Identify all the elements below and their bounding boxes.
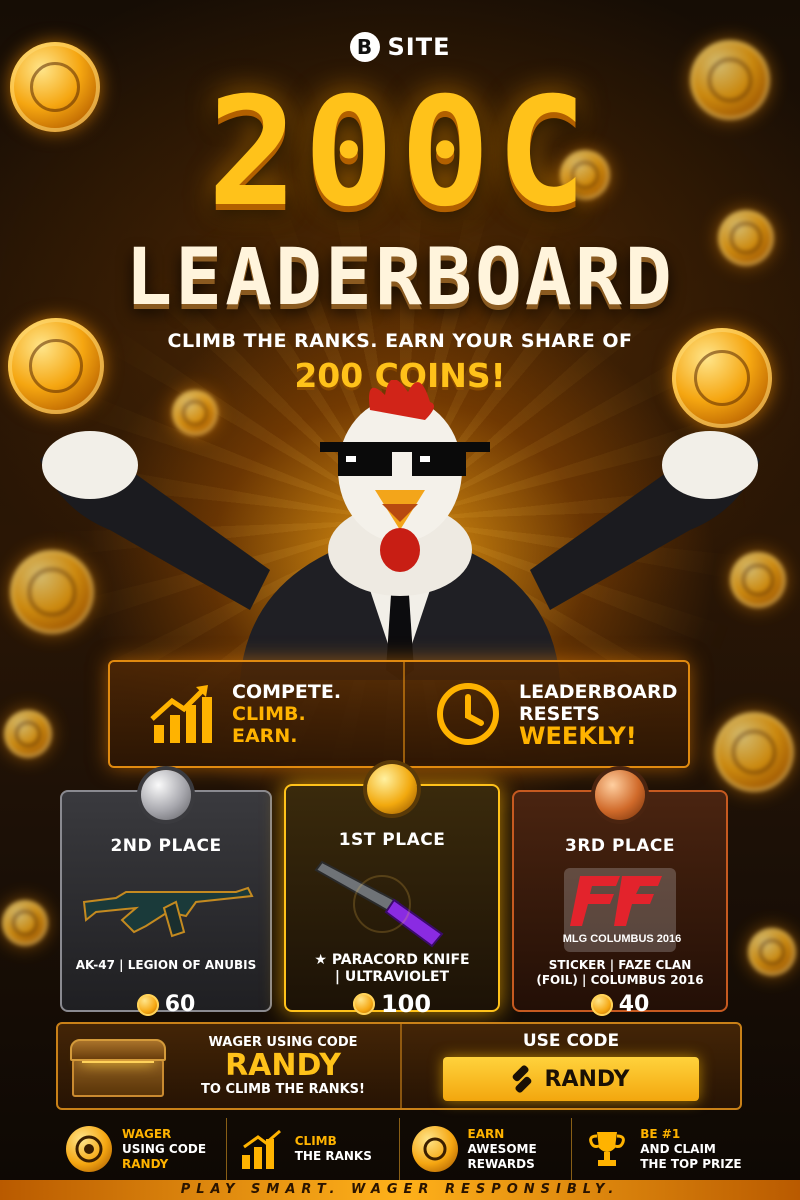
prize-amount: 100 bbox=[286, 990, 498, 1018]
item-name-line: | ULTRAVIOLET bbox=[334, 969, 450, 985]
leaderboard-line: LEADERBOARD bbox=[519, 681, 678, 703]
item-name: AK-47 | LEGION OF ANUBIS bbox=[75, 958, 257, 972]
weekly-line: WEEKLY! bbox=[519, 722, 637, 750]
step-accent: WAGER bbox=[122, 1126, 172, 1141]
step-accent: BE #1 bbox=[640, 1126, 681, 1141]
prize-card-3rd[interactable]: 3RD PLACE MLG COLUMBUS 2016 STICKER | FA… bbox=[512, 770, 728, 1017]
step-text: WAGER USING CODE RANDY bbox=[122, 1127, 206, 1172]
reset-info: LEADERBOARD RESETS WEEKLY! bbox=[403, 662, 688, 766]
prize-card-1st[interactable]: 1ST PLACE ★ PARACORD KNIFE | ULTRAVIOLET… bbox=[284, 764, 500, 1018]
compete-line: COMPETE. bbox=[232, 681, 342, 703]
code-banner: WAGER USING CODE RANDY TO CLIMB THE RANK… bbox=[56, 1022, 742, 1110]
step-wager: WAGER USING CODE RANDY bbox=[54, 1118, 226, 1180]
bar-chart-icon bbox=[239, 1126, 285, 1172]
reset-text: LEADERBOARD RESETS WEEKLY! bbox=[519, 681, 678, 750]
code-info: WAGER USING CODE RANDY TO CLIMB THE RANK… bbox=[58, 1024, 400, 1108]
step-climb: CLIMB THE RANKS bbox=[225, 1118, 399, 1180]
link-icon bbox=[509, 1064, 534, 1094]
use-code-label: USE CODE bbox=[522, 1031, 620, 1051]
ak47-rifle-icon bbox=[82, 886, 254, 938]
bronze-medal-icon bbox=[595, 770, 645, 820]
hero-title: LEADERBOARD bbox=[125, 233, 675, 323]
target-icon bbox=[66, 1126, 112, 1172]
prize-value: 60 bbox=[164, 992, 196, 1017]
prize-amount: 60 bbox=[62, 992, 270, 1017]
chest-icon bbox=[70, 1035, 166, 1097]
use-code-button-label: RANDY bbox=[544, 1066, 630, 1092]
step-line: REWARDS bbox=[467, 1156, 535, 1171]
prize-value: 40 bbox=[618, 992, 650, 1017]
step-text: CLIMB THE RANKS bbox=[295, 1134, 372, 1164]
prize-amount: 40 bbox=[514, 992, 726, 1017]
coin-icon bbox=[4, 710, 52, 758]
step-text: BE #1 AND CLAIM THE TOP PRIZE bbox=[640, 1127, 741, 1172]
step-top-prize: BE #1 AND CLAIM THE TOP PRIZE bbox=[571, 1118, 744, 1180]
step-line: THE TOP PRIZE bbox=[640, 1156, 742, 1171]
prize-value: 100 bbox=[380, 990, 432, 1018]
item-name: ★ PARACORD KNIFE | ULTRAVIOLET bbox=[286, 952, 498, 986]
brand-logo-icon: B bbox=[349, 32, 380, 62]
climb-line: CLIMB. bbox=[232, 703, 306, 725]
coin-icon bbox=[411, 1126, 458, 1172]
silver-medal-icon bbox=[141, 770, 191, 820]
place-label: 2ND PLACE bbox=[110, 836, 222, 856]
info-bar: COMPETE. CLIMB. EARN. LEADERBOARD RESETS… bbox=[108, 660, 690, 768]
gold-medal-icon bbox=[367, 764, 417, 814]
chart-arrow-icon bbox=[150, 685, 212, 743]
compete-text: COMPETE. CLIMB. EARN. bbox=[232, 681, 341, 747]
step-line: AND CLAIM bbox=[640, 1141, 716, 1156]
brand-header[interactable]: B SITE bbox=[0, 32, 800, 62]
rooster-mascot-illustration bbox=[40, 380, 760, 680]
item-name-line: STICKER | FAZE CLAN bbox=[548, 958, 692, 972]
sticker-caption: MLG COLUMBUS 2016 bbox=[563, 933, 682, 945]
coin-icon bbox=[590, 993, 613, 1016]
code-info-text: WAGER USING CODE RANDY TO CLIMB THE RANK… bbox=[178, 1035, 388, 1097]
step-line: AWESOME bbox=[467, 1141, 537, 1156]
prize-card-2nd[interactable]: 2ND PLACE AK-47 | LEGION OF ANUBIS 60 bbox=[60, 770, 272, 1017]
step-accent: EARN bbox=[467, 1126, 505, 1141]
place-label: 3RD PLACE bbox=[565, 836, 675, 856]
item-name-line: (FOIL) | COLUMBUS 2016 bbox=[536, 973, 704, 987]
promo-code: RANDY bbox=[225, 1048, 341, 1083]
trophy-icon bbox=[584, 1126, 630, 1172]
clock-icon bbox=[437, 683, 499, 745]
responsible-gaming-footer: PLAY SMART. WAGER RESPONSIBLY. bbox=[0, 1180, 800, 1200]
climb-label: TO CLIMB THE RANKS! bbox=[201, 1082, 365, 1097]
hero-tagline: CLIMB THE RANKS. EARN YOUR SHARE OF bbox=[167, 330, 633, 352]
coin-icon bbox=[352, 993, 375, 1015]
step-earn: EARN AWESOME REWARDS bbox=[398, 1118, 572, 1180]
item-name-line: ★ PARACORD KNIFE bbox=[314, 952, 470, 968]
paracord-knife-icon bbox=[314, 860, 444, 948]
use-code-section: USE CODE RANDY bbox=[400, 1024, 740, 1108]
brand-name: SITE bbox=[387, 33, 451, 61]
compete-info: COMPETE. CLIMB. EARN. bbox=[110, 662, 403, 766]
promo-page: B SITE 200C LEADERBOARD CLIMB THE RANKS.… bbox=[0, 0, 800, 1200]
faze-sticker-icon: MLG COLUMBUS 2016 bbox=[563, 868, 682, 952]
step-line: USING CODE bbox=[122, 1141, 207, 1156]
place-label: 1ST PLACE bbox=[338, 830, 446, 850]
hero-amount: 200C bbox=[207, 66, 593, 240]
step-text: EARN AWESOME REWARDS bbox=[468, 1127, 537, 1172]
use-code-button[interactable]: RANDY bbox=[443, 1057, 699, 1101]
step-line: THE RANKS bbox=[294, 1149, 372, 1163]
item-name: STICKER | FAZE CLAN (FOIL) | COLUMBUS 20… bbox=[514, 958, 726, 988]
coin-icon bbox=[2, 900, 48, 946]
coin-icon bbox=[748, 928, 796, 976]
coin-icon bbox=[714, 712, 794, 792]
coin-icon bbox=[136, 993, 159, 1016]
steps-row: WAGER USING CODE RANDY CLIMB THE RANKS E… bbox=[54, 1118, 744, 1180]
earn-line: EARN. bbox=[232, 725, 298, 747]
step-accent: CLIMB bbox=[294, 1134, 337, 1148]
step-line: RANDY bbox=[122, 1156, 169, 1171]
